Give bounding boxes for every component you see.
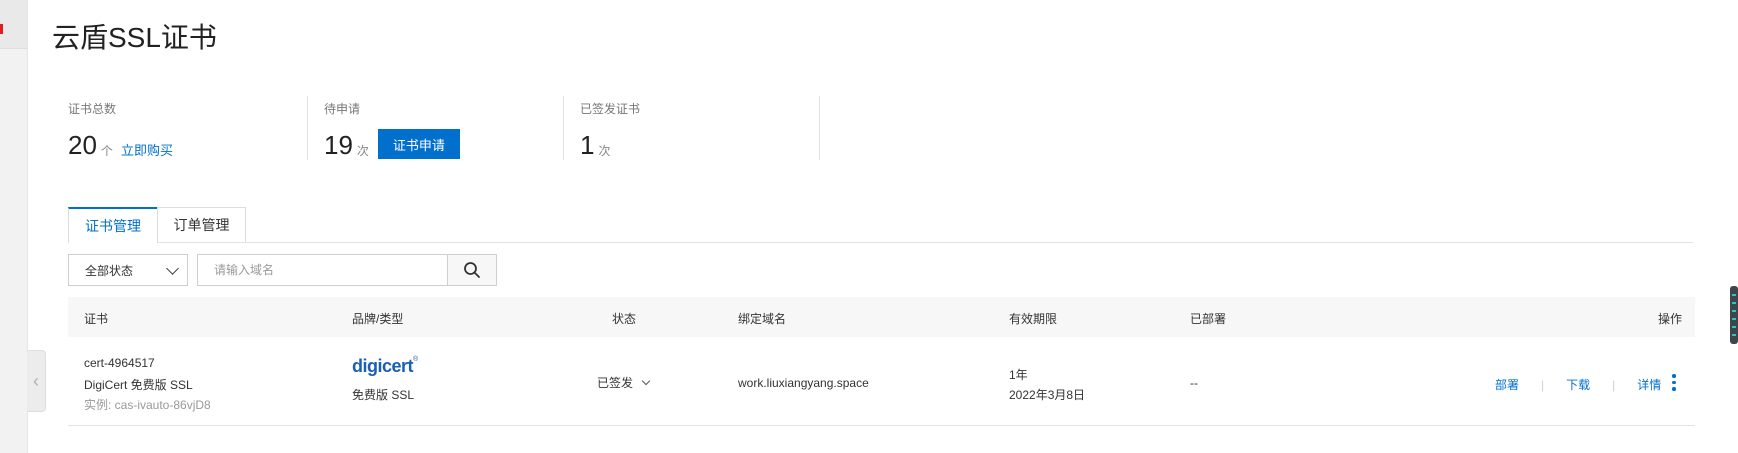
header-brand: 品牌/类型 [352, 312, 404, 326]
chevron-down-icon [166, 262, 179, 275]
domain-search-input[interactable] [197, 254, 447, 286]
status-filter-value: 全部状态 [85, 263, 134, 278]
stat-issued-label: 已签发证书 [580, 102, 641, 116]
buy-now-link[interactable]: 立即购买 [121, 143, 173, 159]
stat-pending-label: 待申请 [324, 102, 361, 116]
status-filter-select[interactable]: 全部状态 [68, 254, 188, 286]
apply-certificate-button[interactable]: 证书申请 [377, 129, 460, 159]
stat-total-label: 证书总数 [68, 102, 117, 116]
cert-instance: 实例: cas-ivauto-86vjD8 [84, 398, 211, 412]
stat-issued: 已签发证书 1 次 [564, 96, 820, 160]
stats-panel: 证书总数 20 个 立即购买 待申请 19 次 证书申请 已签发证书 1 次 [52, 96, 820, 160]
validity-period: 1年 [1009, 368, 1028, 382]
search-button[interactable] [447, 254, 497, 286]
stat-total: 证书总数 20 个 立即购买 [52, 96, 308, 160]
stat-total-value: 20 [68, 130, 97, 160]
collapse-sidebar-button[interactable]: ‹ [27, 350, 46, 412]
header-validity: 有效期限 [1009, 312, 1058, 326]
more-options-icon[interactable] [1672, 374, 1676, 391]
table-header: 证书 品牌/类型 状态 绑定域名 有效期限 已部署 操作 [68, 297, 1695, 337]
cert-id: cert-4964517 [84, 356, 155, 370]
tab-order-management[interactable]: 订单管理 [157, 207, 246, 242]
tab-certificate-management[interactable]: 证书管理 [68, 207, 158, 243]
stat-pending-value: 19 [324, 130, 353, 160]
left-sidebar [0, 0, 28, 453]
status-dropdown[interactable]: 已签发 [597, 374, 651, 391]
header-status: 状态 [612, 312, 637, 326]
deployed-value: -- [1190, 376, 1198, 390]
download-action[interactable]: 下载 [1566, 376, 1590, 393]
stat-pending-unit: 次 [356, 144, 369, 158]
validity-date: 2022年3月8日 [1009, 388, 1086, 402]
header-actions: 操作 [1658, 312, 1683, 326]
header-cert: 证书 [84, 312, 109, 326]
header-domain: 绑定域名 [738, 312, 787, 326]
stat-issued-unit: 次 [598, 144, 611, 158]
status-value: 已签发 [597, 376, 634, 390]
action-separator: | [1541, 377, 1545, 392]
right-scroll-handle[interactable] [1730, 286, 1738, 344]
cert-name: DigiCert 免费版 SSL [84, 378, 193, 392]
chevron-left-icon: ‹ [33, 370, 39, 391]
table-row: cert-4964517 DigiCert 免费版 SSL 实例: cas-iv… [68, 337, 1695, 426]
bound-domain: work.liuxiangyang.space [738, 376, 869, 390]
stat-total-unit: 个 [100, 144, 113, 158]
action-separator: | [1612, 377, 1616, 392]
chevron-down-icon [641, 376, 651, 386]
details-action[interactable]: 详情 [1637, 376, 1661, 393]
stat-pending: 待申请 19 次 证书申请 [308, 96, 564, 160]
search-icon [464, 262, 480, 278]
digicert-logo: digicert® [352, 356, 418, 376]
stat-issued-value: 1 [580, 130, 595, 160]
deploy-action[interactable]: 部署 [1495, 376, 1519, 393]
sidebar-top-item[interactable] [0, 0, 27, 49]
tab-bar: 证书管理 订单管理 [68, 207, 1693, 243]
brand-type: 免费版 SSL [352, 388, 415, 402]
page-title: 云盾SSL证书 [52, 22, 217, 53]
active-indicator [0, 24, 3, 34]
header-deployed: 已部署 [1190, 312, 1227, 326]
